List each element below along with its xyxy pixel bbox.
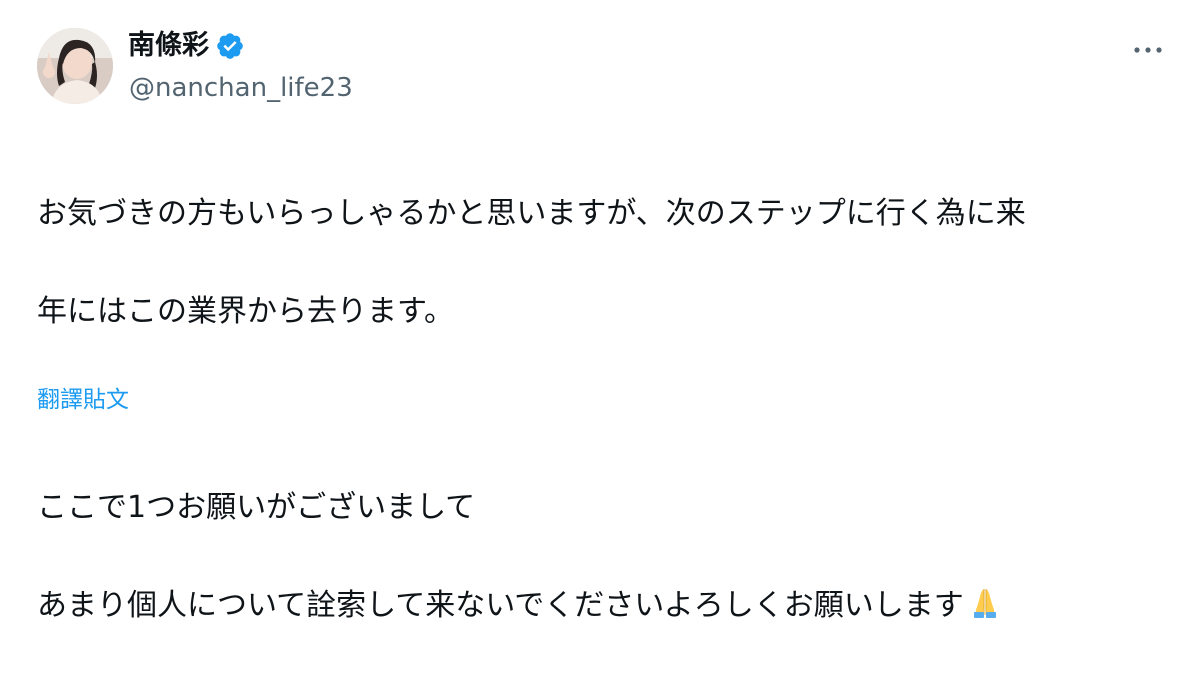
more-horizontal-icon — [1134, 47, 1162, 53]
tweet-line-text: あまり個人について詮索して来ないでくださいよろしくお願いします — [37, 588, 964, 623]
tweet-line-last: あまり個人について詮索して来ないでくださいよろしくお願いします — [37, 581, 1167, 630]
tweet-text: お気づきの方もいらっしゃるかと思いますが、次のステップに行く為に来 年にはこの業… — [37, 140, 1167, 679]
tweet-line: お気づきの方もいらっしゃるかと思いますが、次のステップに行く為に来 — [37, 196, 1026, 231]
author-name-row: 南條彩 — [128, 28, 245, 64]
author-handle[interactable]: @nanchan_life23 — [129, 71, 353, 105]
avatar-image — [37, 28, 113, 104]
folded-hands-icon — [968, 585, 1002, 619]
author-display-name[interactable]: 南條彩 — [128, 28, 209, 64]
tweet-line: 年にはこの業界から去ります。 — [37, 294, 454, 329]
tweet-card: 南條彩 @nanchan_life23 お気づきの方もいらっしゃるかと思いますが… — [0, 0, 1196, 623]
more-options-button[interactable] — [1128, 32, 1168, 68]
translate-post-link[interactable]: 翻譯貼文 — [37, 384, 129, 416]
avatar[interactable] — [37, 28, 113, 104]
verified-badge-icon[interactable] — [215, 31, 245, 61]
tweet-line: ここで1つお願いがございまして — [37, 490, 476, 525]
